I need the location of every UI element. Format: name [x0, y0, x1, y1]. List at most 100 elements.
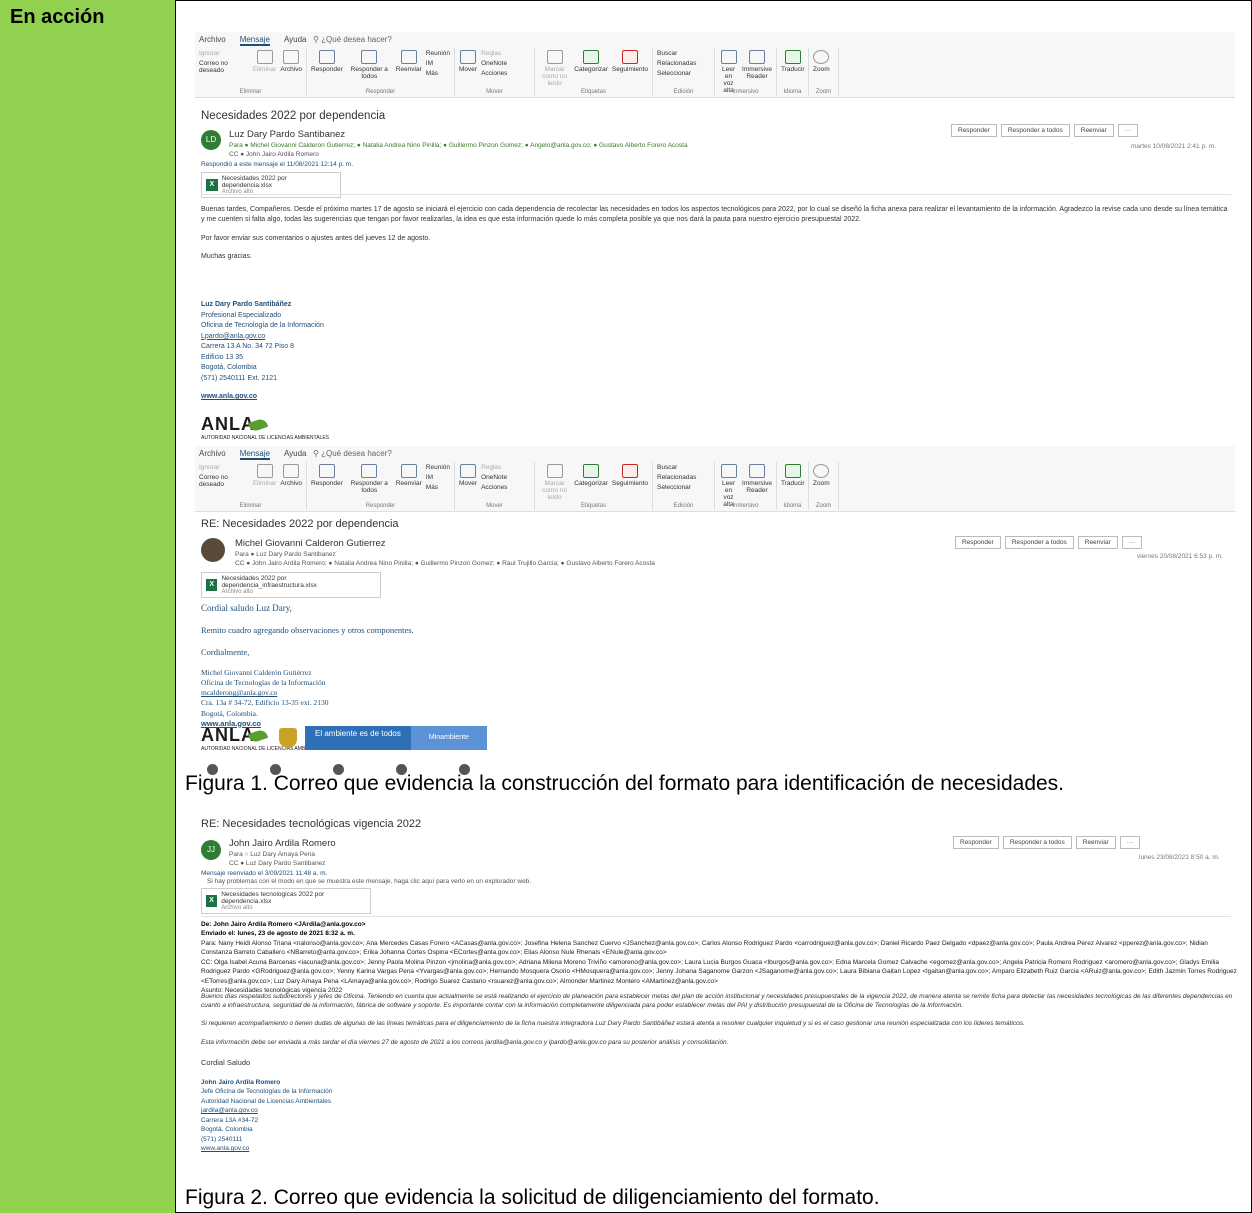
find-button[interactable]: Buscar	[657, 464, 696, 471]
categorize-icon	[583, 464, 600, 478]
followup-button[interactable]: Seguimiento	[612, 66, 648, 73]
ignore-button[interactable]: Ignorar	[199, 50, 249, 57]
mark-unread-icon	[546, 50, 563, 64]
onenote-button[interactable]: OneNote	[481, 474, 507, 481]
translate-button[interactable]: Traducir	[781, 66, 805, 73]
reply-button[interactable]: Responder	[311, 66, 343, 73]
email-body-paragraph: Buenas tardes, Compañeros. Desde el próx…	[201, 206, 1228, 224]
onenote-button[interactable]: OneNote	[481, 60, 507, 67]
forward-info: Mensaje reenviado el 3/09/2021 11:48 a. …	[201, 870, 328, 877]
mark-unread-button[interactable]: Marcar como no leído	[539, 66, 570, 87]
reply-all-button[interactable]: Responder a todos	[1004, 536, 1074, 549]
signature-name: John Jairo Ardila Romero	[201, 1079, 281, 1086]
categorize-button[interactable]: Categorizar	[574, 480, 608, 487]
reply-all-button[interactable]: Responder a todos	[347, 66, 392, 80]
move-button[interactable]: Mover	[459, 66, 477, 73]
signature-email-link[interactable]: jardila@anla.gov.co	[201, 1106, 332, 1115]
outlook-screenshot-1: Archivo Mensaje Ayuda ⚲ ¿Qué desea hacer…	[195, 32, 1235, 777]
signature-name: Luz Dary Pardo Santibáñez	[201, 301, 292, 308]
avatar	[201, 538, 225, 562]
signature-email-link[interactable]: Lpardo@anla.gov.co	[201, 332, 324, 343]
rules-button[interactable]: Reglas	[481, 464, 507, 471]
group-label: Responder	[365, 89, 396, 95]
menu-archivo[interactable]: Archivo	[199, 449, 226, 460]
related-button[interactable]: Relacionadas	[657, 60, 696, 67]
more-actions-button[interactable]: ···	[1121, 536, 1143, 549]
email-date: lunes 23/08/2021 8:50 a. m.	[1139, 854, 1220, 861]
delete-button[interactable]: Eliminar	[253, 480, 276, 487]
ribbon: Archivo Mensaje Ayuda ⚲ ¿Qué desea hacer…	[195, 446, 1235, 512]
forward-button[interactable]: Reenviar	[1075, 836, 1116, 849]
more-button[interactable]: Más	[426, 484, 450, 491]
delete-button[interactable]: Eliminar	[253, 66, 276, 73]
more-actions-button[interactable]: ···	[1119, 836, 1141, 849]
forward-button[interactable]: Reenviar	[1077, 536, 1118, 549]
reply-button[interactable]: Responder	[951, 124, 997, 137]
attachment[interactable]: X Necesidades 2022 por dependencia_infra…	[201, 572, 381, 599]
header-sent: Enviado el: lunes, 23 de agosto de 2021 …	[201, 930, 355, 938]
reply-button[interactable]: Responder	[311, 480, 343, 487]
reply-button[interactable]: Responder	[953, 836, 999, 849]
meeting-button[interactable]: Reunión	[426, 50, 450, 57]
tell-me-box[interactable]: ⚲ ¿Qué desea hacer?	[313, 35, 392, 44]
archive-button[interactable]: Archivo	[280, 66, 302, 73]
meeting-button[interactable]: Reunión	[426, 464, 450, 471]
excel-icon: X	[206, 579, 218, 592]
anla-logo: ANLA AUTORIDAD NACIONAL DE LICENCIAS AMBI…	[201, 414, 329, 441]
email-body-paragraph: Buenos días respetados subdirectores y j…	[201, 993, 1233, 1010]
email-closing: Cordialmente,	[201, 647, 250, 657]
select-button[interactable]: Seleccionar	[657, 70, 696, 77]
reply-all-button[interactable]: Responder a todos	[1002, 836, 1072, 849]
zoom-button[interactable]: Zoom	[813, 66, 830, 73]
find-button[interactable]: Buscar	[657, 50, 696, 57]
ignore-button[interactable]: Ignorar	[199, 464, 249, 471]
rules-button[interactable]: Reglas	[481, 50, 507, 57]
display-info[interactable]: Si hay problemas con el modo en que se m…	[207, 878, 531, 885]
categorize-button[interactable]: Categorizar	[574, 66, 608, 73]
reply-all-button[interactable]: Responder a todos	[347, 480, 392, 494]
menu-mensaje[interactable]: Mensaje	[239, 35, 270, 46]
move-button[interactable]: Mover	[459, 480, 477, 487]
group-label: Inmersivo	[732, 503, 759, 509]
junk-button[interactable]: Correo no deseado	[199, 60, 249, 74]
tell-me-box[interactable]: ⚲ ¿Qué desea hacer?	[313, 449, 392, 458]
mark-unread-button[interactable]: Marcar como no leído	[539, 480, 570, 501]
attachment-size: Archivo alto	[221, 589, 253, 596]
attachment-name: Necesidades 2022 por dependencia_infraes…	[221, 575, 317, 590]
banner-ministry: Minambiente	[410, 726, 487, 750]
more-actions-button[interactable]: ···	[1117, 124, 1139, 137]
more-button[interactable]: Más	[426, 70, 450, 77]
archive-button[interactable]: Archivo	[280, 480, 302, 487]
followup-button[interactable]: Seguimiento	[612, 480, 648, 487]
select-button[interactable]: Seleccionar	[657, 484, 696, 491]
mark-unread-icon	[546, 464, 563, 478]
signature-web-link[interactable]: www.anla.gov.co	[201, 393, 257, 400]
actions-button[interactable]: Acciones	[481, 70, 507, 77]
reply-button[interactable]: Responder	[955, 536, 1001, 549]
reply-icon	[318, 464, 335, 478]
menu-archivo[interactable]: Archivo	[199, 35, 226, 46]
signature-email-link[interactable]: mcalderong@anla.gov.co	[201, 688, 328, 698]
side-label: En acción	[10, 6, 105, 28]
translate-button[interactable]: Traducir	[781, 480, 805, 487]
zoom-button[interactable]: Zoom	[813, 480, 830, 487]
content-column: Archivo Mensaje Ayuda ⚲ ¿Qué desea hacer…	[177, 0, 1252, 1213]
forward-button[interactable]: Reenviar	[396, 480, 422, 487]
menu-mensaje[interactable]: Mensaje	[239, 449, 270, 460]
immersive-reader-button[interactable]: Immersive Reader	[742, 66, 772, 80]
reply-all-button[interactable]: Responder a todos	[1000, 124, 1070, 137]
menu-ayuda[interactable]: Ayuda	[284, 35, 307, 46]
junk-button[interactable]: Correo no deseado	[199, 474, 249, 488]
forward-button[interactable]: Reenviar	[1073, 124, 1114, 137]
menu-ayuda[interactable]: Ayuda	[284, 449, 307, 460]
signature-web-link[interactable]: www.anla.gov.co	[201, 1144, 332, 1153]
actions-button[interactable]: Acciones	[481, 484, 507, 491]
im-button[interactable]: IM	[426, 60, 450, 67]
attachment[interactable]: X Necesidades tecnologicas 2022 por depe…	[201, 888, 371, 915]
immersive-reader-button[interactable]: Immersive Reader	[742, 480, 772, 494]
group-label: Etiquetas	[580, 503, 607, 509]
im-button[interactable]: IM	[426, 474, 450, 481]
forward-button[interactable]: Reenviar	[396, 66, 422, 73]
divider	[201, 194, 1231, 195]
related-button[interactable]: Relacionadas	[657, 474, 696, 481]
